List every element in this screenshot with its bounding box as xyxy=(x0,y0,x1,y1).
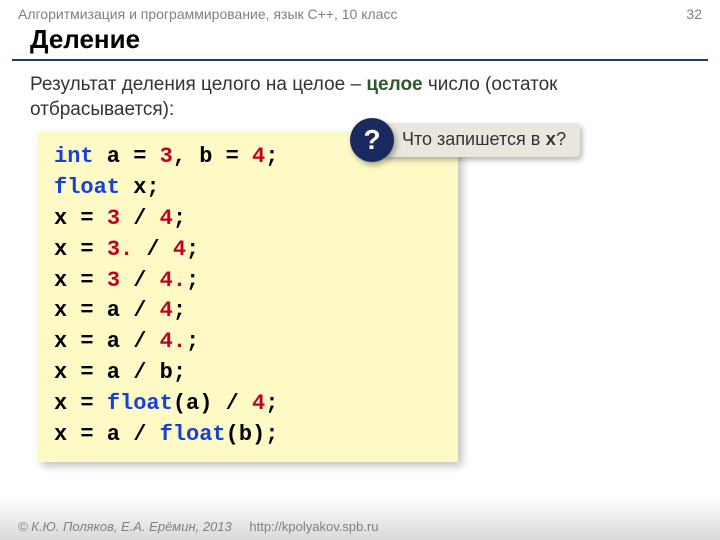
num: 4 xyxy=(160,206,173,231)
code-line: x = a / 4; xyxy=(54,296,442,327)
txt: x = xyxy=(54,206,107,231)
txt: / xyxy=(133,237,173,262)
question-label: Что запишется в x? xyxy=(384,123,580,157)
num: 3 xyxy=(160,144,173,169)
callout-text-after: ? xyxy=(556,129,566,149)
txt: x = xyxy=(54,237,107,262)
kw: float xyxy=(54,175,120,200)
breadcrumb: Алгоритмизация и программирование, язык … xyxy=(18,6,397,22)
txt: x = a / xyxy=(54,329,160,354)
code-line: x = 3 / 4.; xyxy=(54,266,442,297)
page-number: 32 xyxy=(686,6,702,22)
num: 4. xyxy=(160,268,186,293)
num: 3 xyxy=(107,268,120,293)
footer: © К.Ю. Поляков, Е.А. Ерёмин, 2013 http:/… xyxy=(18,519,378,534)
copyright: © К.Ю. Поляков, Е.А. Ерёмин, 2013 xyxy=(18,519,232,534)
callout-var: x xyxy=(545,131,556,151)
code-line: x = a / float(b); xyxy=(54,420,442,451)
num: 4 xyxy=(252,144,265,169)
txt: ; xyxy=(173,206,186,231)
num: 4 xyxy=(160,298,173,323)
code-line: x = a / b; xyxy=(54,358,442,389)
num: 4 xyxy=(173,237,186,262)
txt: x = a / xyxy=(54,298,160,323)
code-line: x = float(a) / 4; xyxy=(54,389,442,420)
txt: (a) / xyxy=(173,391,252,416)
txt: ; xyxy=(186,237,199,262)
txt: ; xyxy=(186,268,199,293)
txt: a = xyxy=(94,144,160,169)
footer-url: http://kpolyakov.spb.ru xyxy=(249,519,378,534)
num: 3 xyxy=(107,206,120,231)
code-line: float x; xyxy=(54,173,442,204)
subtitle-before: Результат деления целого на целое – xyxy=(30,74,366,95)
header: Алгоритмизация и программирование, язык … xyxy=(0,0,720,24)
page-title: Деление xyxy=(12,24,708,61)
txt: (b); xyxy=(226,422,279,447)
txt: ; xyxy=(186,329,199,354)
question-callout: ? Что запишется в x? xyxy=(350,118,580,162)
callout-text-before: Что запишется в xyxy=(402,129,545,149)
kw: int xyxy=(54,144,94,169)
txt: x = a / xyxy=(54,422,160,447)
question-mark-icon: ? xyxy=(350,118,394,162)
txt: ; xyxy=(265,144,278,169)
kw: float xyxy=(160,422,226,447)
num: 3. xyxy=(107,237,133,262)
subtitle-em: целое xyxy=(366,74,422,95)
code-line: x = 3 / 4; xyxy=(54,204,442,235)
code-line: x = 3. / 4; xyxy=(54,235,442,266)
txt: x; xyxy=(120,175,160,200)
kw: float xyxy=(107,391,173,416)
txt: x = a / b; xyxy=(54,360,186,385)
txt: / xyxy=(120,268,160,293)
txt: x = xyxy=(54,391,107,416)
num: 4. xyxy=(160,329,186,354)
num: 4 xyxy=(252,391,265,416)
txt: x = xyxy=(54,268,107,293)
code-block: int a = 3, b = 4; float x; x = 3 / 4; x … xyxy=(38,132,458,462)
txt: / xyxy=(120,206,160,231)
txt: ; xyxy=(265,391,278,416)
txt: ; xyxy=(173,298,186,323)
code-line: x = a / 4.; xyxy=(54,327,442,358)
txt: , b = xyxy=(173,144,252,169)
